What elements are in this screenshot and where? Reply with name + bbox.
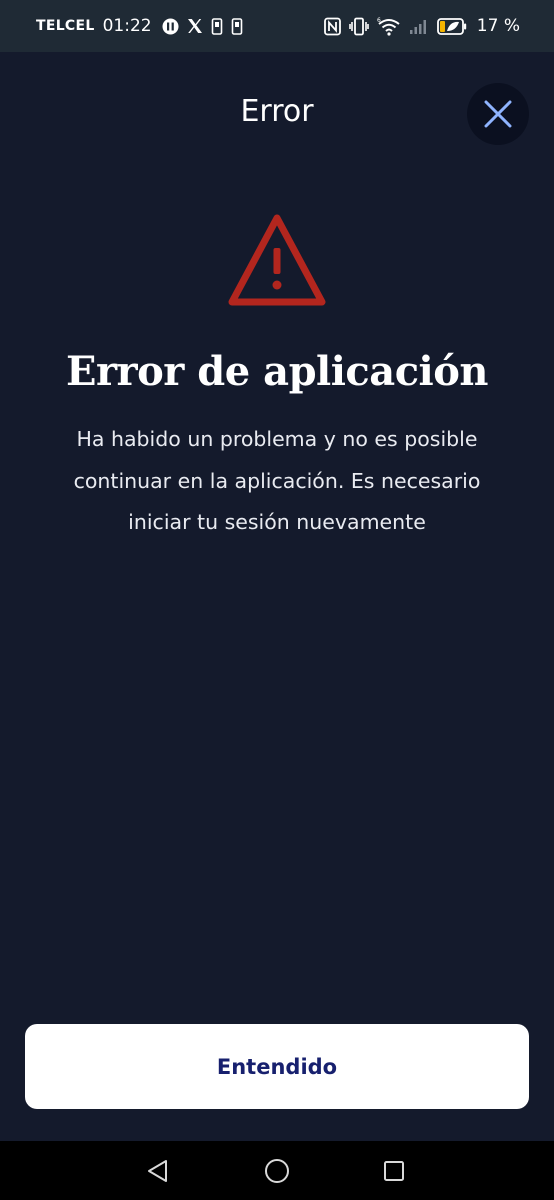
signal-icon <box>409 18 429 35</box>
home-icon <box>265 1159 289 1183</box>
understood-button[interactable]: Entendido <box>25 1024 529 1109</box>
warning-icon <box>228 214 326 306</box>
battery-percentage: 17 % <box>476 16 520 36</box>
home-button[interactable] <box>257 1151 297 1191</box>
phone-notification-icon <box>211 17 223 35</box>
back-icon <box>148 1160 167 1182</box>
phone-notification-icon <box>231 17 243 35</box>
carrier-label: TELCEL <box>36 18 95 34</box>
wifi-icon: 6 <box>377 17 401 36</box>
clock: 01:22 <box>102 16 152 36</box>
recents-icon <box>384 1161 404 1181</box>
nfc-icon <box>323 17 341 36</box>
error-heading: Error de aplicación <box>65 348 489 395</box>
error-message: Ha habido un problema y no es posible co… <box>73 427 481 534</box>
svg-text:6: 6 <box>377 17 381 24</box>
system-navigation-bar <box>0 1141 554 1200</box>
close-icon <box>484 100 512 128</box>
status-bar: TELCEL 01:22 6 17 % <box>0 0 554 52</box>
back-button[interactable] <box>138 1151 178 1191</box>
status-bar-left: TELCEL 01:22 <box>36 16 243 36</box>
notification-app-icon <box>162 18 179 35</box>
battery-icon <box>436 17 467 35</box>
recents-button[interactable] <box>374 1151 414 1191</box>
error-screen: TELCEL 01:22 6 17 % Error Error de aplic… <box>0 0 554 1200</box>
status-bar-right: 6 17 % <box>323 16 520 36</box>
x-logo-icon <box>187 18 203 34</box>
close-button[interactable] <box>467 83 529 145</box>
vibrate-icon <box>348 17 369 36</box>
